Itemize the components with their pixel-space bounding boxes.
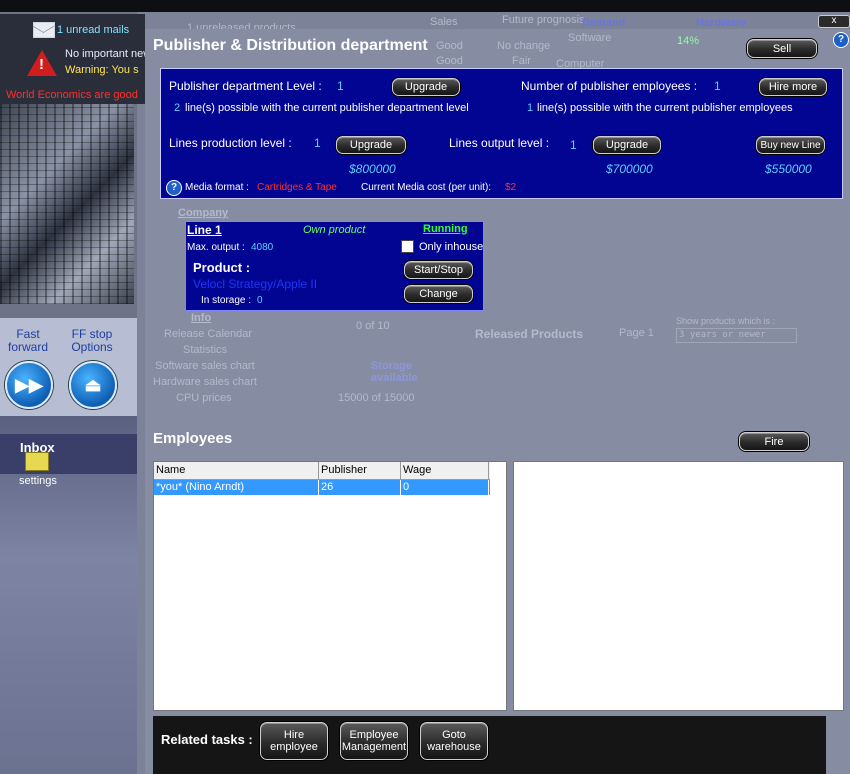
sell-button[interactable]: Sell	[747, 39, 817, 58]
city-image	[0, 104, 134, 304]
bg-filter-select: 3 years or newer	[676, 328, 797, 343]
product-value: Velocl Strategy/Apple II	[193, 277, 318, 291]
bg-page-text: Page 1	[619, 327, 654, 339]
fast-forward-icon: ▶▶	[15, 375, 43, 395]
bg-percent-text: 14%	[677, 35, 700, 47]
bg-release-calendar: Release Calendar	[164, 328, 253, 340]
in-storage-value: 0	[257, 295, 263, 306]
media-help-icon[interactable]: ?	[166, 180, 182, 196]
unread-mails-text[interactable]: 1 unread mails	[57, 24, 129, 36]
top-bar	[0, 0, 850, 12]
lines-possible-text: line(s) possible with the current publis…	[185, 102, 469, 114]
eject-icon: ⏏	[84, 375, 102, 395]
max-output-label: Max. output :	[187, 242, 245, 253]
cell-wage: 0	[401, 480, 489, 495]
bg-count-text: 0 of 10	[356, 320, 390, 332]
goto-warehouse-button[interactable]: Goto warehouse	[420, 722, 488, 760]
production-level-value: 1	[314, 136, 321, 150]
output-level-value: 1	[570, 138, 577, 152]
bg-fair-text: Fair	[512, 55, 531, 67]
bg-statistics: Statistics	[183, 344, 228, 356]
media-format-value: Cartridges & Tape	[257, 182, 337, 193]
table-header: Name Publisher Wage	[154, 462, 490, 480]
change-button[interactable]: Change	[404, 285, 473, 303]
settings-label[interactable]: settings	[19, 475, 57, 487]
buy-line-price: $550000	[765, 162, 812, 176]
bg-storage-count: 15000 of 15000	[338, 392, 415, 404]
bg-cpu-prices: CPU prices	[176, 392, 232, 404]
close-icon[interactable]: x	[818, 15, 850, 28]
employees-table: Name Publisher Wage *you* (Nino Arndt) 2…	[153, 461, 507, 711]
dialog-title: Publisher & Distribution department	[153, 37, 428, 54]
column-header-wage[interactable]: Wage	[401, 462, 489, 479]
bg-sales-text: Sales	[430, 16, 458, 28]
dept-level-label: Publisher department Level :	[169, 79, 322, 93]
bg-info-text: Info	[191, 312, 212, 324]
ff-stop-label: FF stop Options	[71, 327, 113, 354]
hire-employee-button[interactable]: Hire employee	[260, 722, 328, 760]
mail-icon[interactable]	[33, 22, 55, 38]
employee-lines-count: 1	[527, 102, 534, 114]
bg-software-chart: Software sales chart	[155, 360, 255, 372]
production-upgrade-button[interactable]: Upgrade	[336, 136, 406, 154]
output-upgrade-button[interactable]: Upgrade	[593, 136, 661, 154]
media-cost-value: $2	[505, 182, 517, 193]
dept-level-value: 1	[337, 79, 344, 93]
fast-forward-label: Fast forward	[7, 327, 48, 354]
output-level-label: Lines output level :	[449, 136, 550, 150]
employee-lines-text: line(s) possible with the current publis…	[537, 102, 793, 114]
warning-notification: Warning: You s	[65, 64, 139, 76]
production-level-label: Lines production level :	[169, 136, 292, 150]
cell-name: *you* (Nino Arndt)	[154, 480, 319, 495]
related-tasks-label: Related tasks :	[161, 732, 253, 747]
info-notification: No important new	[65, 48, 152, 60]
help-icon[interactable]: ?	[833, 32, 849, 48]
fast-forward-button[interactable]: ▶▶	[5, 361, 53, 409]
media-cost-label: Current Media cost (per unit):	[361, 182, 492, 193]
bg-show-products: Show products which is :	[676, 316, 776, 326]
table-row[interactable]: *you* (Nino Arndt) 26 0	[154, 480, 490, 495]
column-header-name[interactable]: Name	[154, 462, 319, 479]
column-header-publisher[interactable]: Publisher	[319, 462, 401, 479]
bg-demand-text: Demand	[582, 17, 626, 29]
cell-publisher: 26	[319, 480, 401, 495]
bg-hardware-chart: Hardware sales chart	[153, 376, 257, 388]
production-price: $800000	[349, 162, 396, 176]
media-format-label: Media format :	[185, 182, 249, 193]
economy-status: World Economics are good	[6, 89, 138, 101]
bg-good-text-1: Good	[436, 40, 463, 52]
buy-new-line-button[interactable]: Buy new Line	[756, 136, 825, 154]
employees-count-label: Number of publisher employees :	[521, 79, 698, 93]
line-status: Running	[423, 223, 468, 235]
bg-software-text: Software	[568, 32, 612, 44]
employee-management-button[interactable]: Employee Management	[340, 722, 408, 760]
bg-hardware-text: Hardware	[696, 17, 747, 29]
output-price: $700000	[606, 162, 653, 176]
product-label: Product :	[193, 260, 251, 275]
employee-detail-pane	[513, 461, 844, 711]
in-storage-label: In storage :	[201, 295, 252, 306]
bg-released-products: Released Products	[475, 327, 584, 341]
bg-good-text-2: Good	[436, 55, 463, 67]
envelope-icon[interactable]	[25, 452, 49, 471]
employees-count-value: 1	[714, 79, 721, 93]
bg-future-text: Future prognosis	[502, 14, 585, 26]
only-inhouse-checkbox[interactable]	[401, 240, 414, 253]
related-tasks-bar	[153, 716, 826, 774]
fire-button[interactable]: Fire	[739, 432, 809, 451]
hire-more-button[interactable]: Hire more	[759, 78, 827, 96]
start-stop-button[interactable]: Start/Stop	[404, 261, 473, 279]
only-inhouse-label: Only inhouse	[419, 241, 484, 253]
line-title: Line 1	[187, 223, 222, 237]
warning-icon: !	[27, 50, 57, 76]
lines-possible-count: 2	[174, 102, 181, 114]
employees-title: Employees	[153, 430, 233, 447]
bg-no-change-text: No change	[497, 40, 551, 52]
max-output-value: 4080	[251, 242, 274, 253]
dept-upgrade-button[interactable]: Upgrade	[392, 78, 460, 96]
bg-storage-text: Storage available	[371, 360, 418, 384]
own-product-tag: Own product	[303, 224, 366, 236]
bg-company-text: Company	[178, 207, 229, 219]
ff-stop-button[interactable]: ⏏	[69, 361, 117, 409]
